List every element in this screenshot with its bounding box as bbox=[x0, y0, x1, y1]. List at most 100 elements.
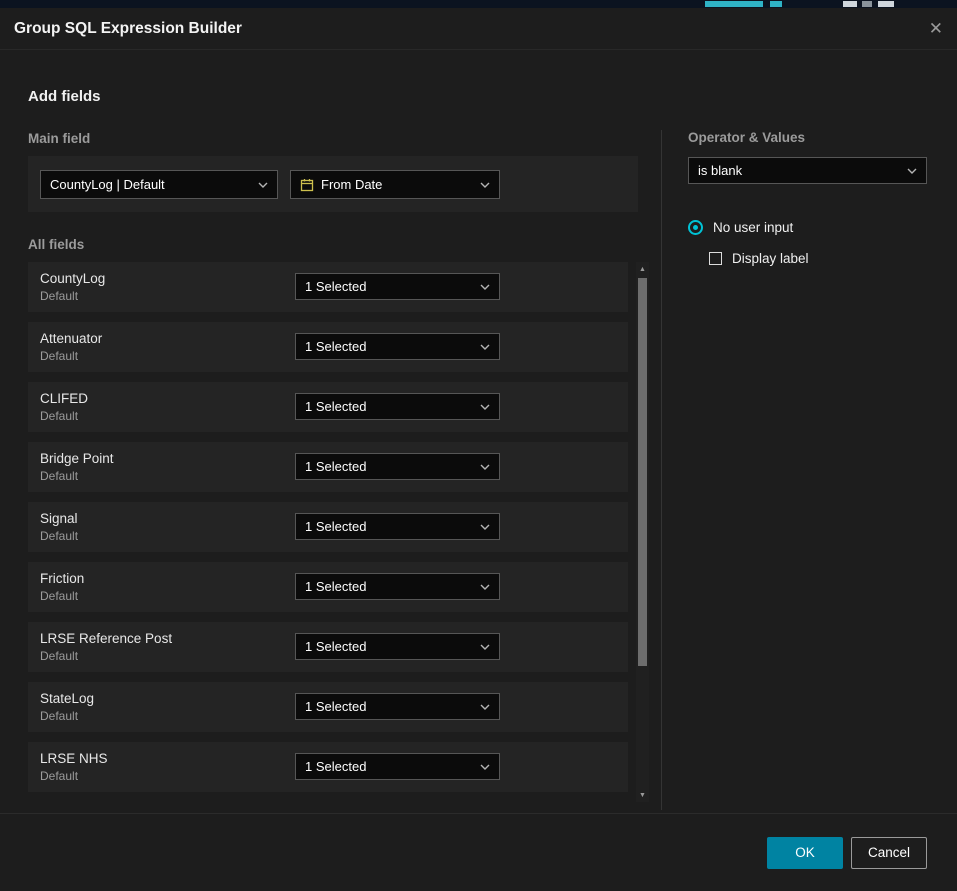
field-row-text: Friction Default bbox=[40, 571, 84, 603]
field-row: LRSE NHS Default 1 Selected bbox=[28, 742, 628, 792]
field-subtitle: Default bbox=[40, 289, 105, 303]
field-subtitle: Default bbox=[40, 349, 102, 363]
field-name: CLIFED bbox=[40, 391, 88, 406]
display-label-checkbox[interactable]: Display label bbox=[709, 251, 809, 266]
field-row-text: LRSE Reference Post Default bbox=[40, 631, 172, 663]
scrollbar-thumb[interactable] bbox=[638, 278, 647, 666]
scroll-up-icon[interactable]: ▲ bbox=[636, 262, 649, 276]
cancel-button[interactable]: Cancel bbox=[851, 837, 927, 869]
field-selection-dropdown[interactable]: 1 Selected bbox=[295, 333, 500, 360]
add-fields-heading: Add fields bbox=[28, 88, 101, 105]
close-icon[interactable]: ✕ bbox=[929, 20, 943, 37]
field-name: Friction bbox=[40, 571, 84, 586]
field-name: StateLog bbox=[40, 691, 94, 706]
field-dropdown-value: From Date bbox=[321, 177, 382, 192]
dialog-footer: OK Cancel bbox=[0, 813, 957, 891]
background-fragment bbox=[705, 1, 763, 7]
field-row: StateLog Default 1 Selected bbox=[28, 682, 628, 732]
radio-selected-icon bbox=[688, 220, 703, 235]
layer-dropdown[interactable]: CountyLog | Default bbox=[40, 170, 278, 199]
chevron-down-icon bbox=[480, 344, 490, 350]
field-name: LRSE Reference Post bbox=[40, 631, 172, 646]
field-dropdown[interactable]: From Date bbox=[290, 170, 500, 199]
field-selection-dropdown[interactable]: 1 Selected bbox=[295, 693, 500, 720]
field-selection-value: 1 Selected bbox=[305, 459, 366, 474]
field-row: Friction Default 1 Selected bbox=[28, 562, 628, 612]
chevron-down-icon bbox=[480, 284, 490, 290]
chevron-down-icon bbox=[480, 704, 490, 710]
field-row: LRSE Reference Post Default 1 Selected bbox=[28, 622, 628, 672]
field-selection-dropdown[interactable]: 1 Selected bbox=[295, 513, 500, 540]
field-selection-value: 1 Selected bbox=[305, 399, 366, 414]
no-user-input-label: No user input bbox=[713, 220, 793, 235]
field-selection-value: 1 Selected bbox=[305, 519, 366, 534]
field-row-text: CountyLog Default bbox=[40, 271, 105, 303]
chevron-down-icon bbox=[480, 584, 490, 590]
field-row-text: Signal Default bbox=[40, 511, 78, 543]
field-selection-value: 1 Selected bbox=[305, 639, 366, 654]
field-name: Attenuator bbox=[40, 331, 102, 346]
dialog-header: Group SQL Expression Builder ✕ bbox=[0, 8, 957, 50]
field-name: CountyLog bbox=[40, 271, 105, 286]
operator-dropdown[interactable]: is blank bbox=[688, 157, 927, 184]
field-row-text: Bridge Point Default bbox=[40, 451, 114, 483]
field-row: CLIFED Default 1 Selected bbox=[28, 382, 628, 432]
field-selection-value: 1 Selected bbox=[305, 579, 366, 594]
all-fields-list: CountyLog Default 1 Selected Attenuator … bbox=[28, 262, 628, 792]
field-subtitle: Default bbox=[40, 409, 88, 423]
field-row-text: StateLog Default bbox=[40, 691, 94, 723]
field-selection-value: 1 Selected bbox=[305, 759, 366, 774]
no-user-input-radio[interactable]: No user input bbox=[688, 220, 793, 235]
scrollbar[interactable]: ▲ ▼ bbox=[636, 262, 649, 802]
dialog-title: Group SQL Expression Builder bbox=[14, 20, 242, 38]
background-fragment bbox=[843, 1, 857, 7]
chevron-down-icon bbox=[480, 524, 490, 530]
field-subtitle: Default bbox=[40, 469, 114, 483]
field-subtitle: Default bbox=[40, 589, 84, 603]
field-selection-value: 1 Selected bbox=[305, 279, 366, 294]
group-sql-expression-builder-dialog: Group SQL Expression Builder ✕ Add field… bbox=[0, 8, 957, 891]
field-row: CountyLog Default 1 Selected bbox=[28, 262, 628, 312]
chevron-down-icon bbox=[480, 464, 490, 470]
field-selection-value: 1 Selected bbox=[305, 339, 366, 354]
background-fragment bbox=[770, 1, 782, 7]
field-row-text: Attenuator Default bbox=[40, 331, 102, 363]
field-subtitle: Default bbox=[40, 529, 78, 543]
field-selection-dropdown[interactable]: 1 Selected bbox=[295, 633, 500, 660]
field-subtitle: Default bbox=[40, 769, 108, 783]
field-selection-dropdown[interactable]: 1 Selected bbox=[295, 393, 500, 420]
field-name: LRSE NHS bbox=[40, 751, 108, 766]
scroll-down-icon[interactable]: ▼ bbox=[636, 788, 649, 802]
field-subtitle: Default bbox=[40, 709, 94, 723]
field-name: Signal bbox=[40, 511, 78, 526]
field-selection-dropdown[interactable]: 1 Selected bbox=[295, 573, 500, 600]
chevron-down-icon bbox=[480, 764, 490, 770]
background-fragment bbox=[862, 1, 872, 7]
field-selection-dropdown[interactable]: 1 Selected bbox=[295, 753, 500, 780]
main-field-label: Main field bbox=[28, 131, 90, 146]
chevron-down-icon bbox=[258, 182, 268, 188]
ok-button[interactable]: OK bbox=[767, 837, 843, 869]
chevron-down-icon bbox=[480, 182, 490, 188]
field-subtitle: Default bbox=[40, 649, 172, 663]
checkbox-unchecked-icon bbox=[709, 252, 722, 265]
field-selection-dropdown[interactable]: 1 Selected bbox=[295, 273, 500, 300]
chevron-down-icon bbox=[907, 168, 917, 174]
field-name: Bridge Point bbox=[40, 451, 114, 466]
operator-dropdown-value: is blank bbox=[698, 163, 742, 178]
all-fields-label: All fields bbox=[28, 237, 84, 252]
field-row-text: CLIFED Default bbox=[40, 391, 88, 423]
field-row: Signal Default 1 Selected bbox=[28, 502, 628, 552]
layer-dropdown-value: CountyLog | Default bbox=[50, 177, 165, 192]
panel-divider bbox=[661, 130, 662, 810]
display-label-text: Display label bbox=[732, 251, 809, 266]
field-selection-dropdown[interactable]: 1 Selected bbox=[295, 453, 500, 480]
chevron-down-icon bbox=[480, 404, 490, 410]
field-row: Attenuator Default 1 Selected bbox=[28, 322, 628, 372]
main-field-row: CountyLog | Default From Date bbox=[28, 156, 638, 212]
calendar-icon bbox=[300, 178, 314, 192]
field-selection-value: 1 Selected bbox=[305, 699, 366, 714]
field-row: Bridge Point Default 1 Selected bbox=[28, 442, 628, 492]
field-row-text: LRSE NHS Default bbox=[40, 751, 108, 783]
background-fragment bbox=[878, 1, 894, 7]
